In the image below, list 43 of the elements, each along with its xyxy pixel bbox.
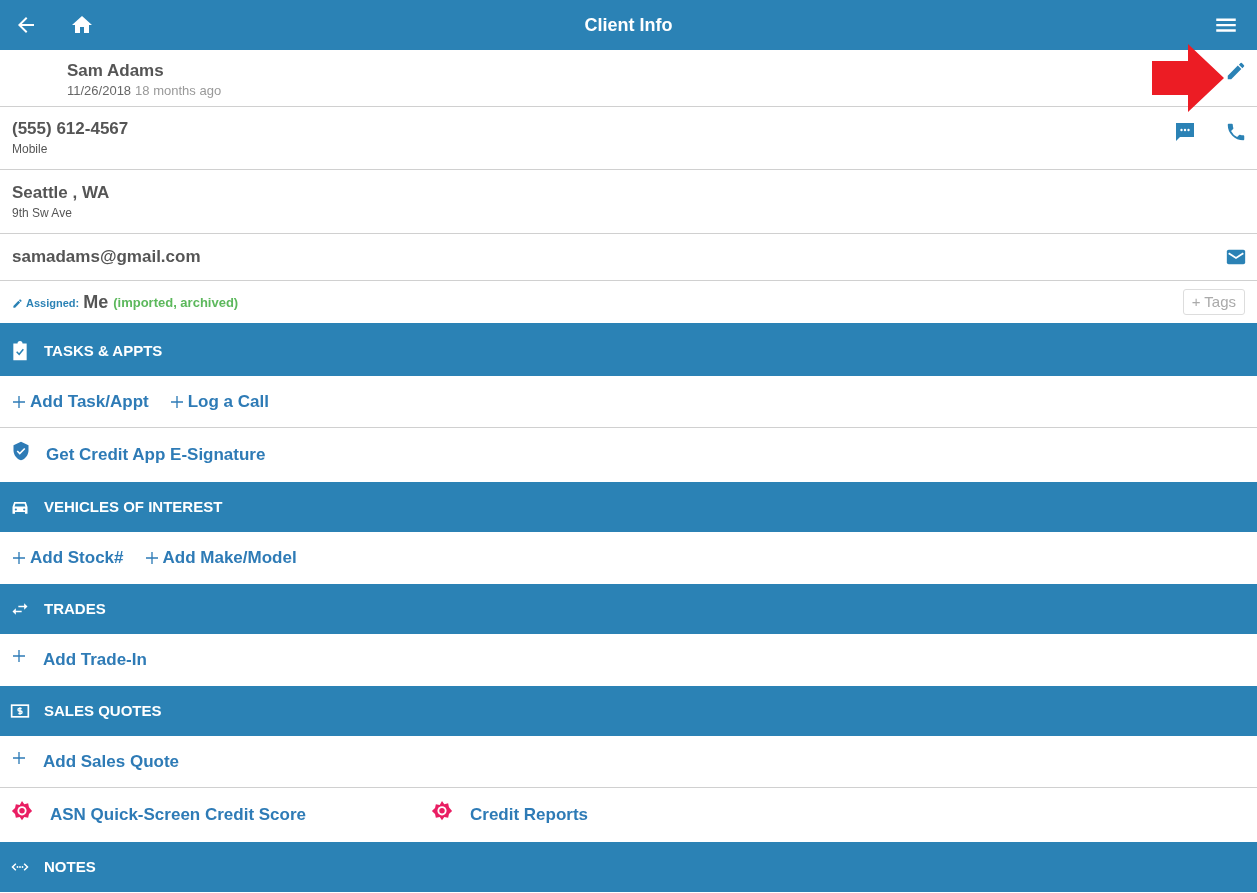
page-title: Client Info xyxy=(584,13,673,37)
phone-type: Mobile xyxy=(12,141,49,158)
section-header[interactable]: TRADES xyxy=(0,584,1257,634)
section-header[interactable]: TASKS & APPTS xyxy=(0,326,1257,376)
add-link[interactable]: Log a Call xyxy=(168,388,269,415)
pointer-arrow-drawing xyxy=(1152,44,1224,112)
add-link[interactable]: Add Trade-In xyxy=(11,647,147,673)
credit-app-link[interactable]: Get Credit App E-Signature xyxy=(11,440,266,470)
client-age: 18 months ago xyxy=(135,82,222,100)
tags-button[interactable]: + Tags xyxy=(1182,289,1245,315)
section-header[interactable]: NOTES xyxy=(0,842,1257,892)
add-link[interactable]: Add Sales Quote xyxy=(11,748,180,775)
pencil-icon xyxy=(12,297,23,309)
plus-icon xyxy=(11,550,27,566)
assigned-label: Assigned: xyxy=(26,296,80,312)
money-icon xyxy=(10,701,30,721)
plus-icon xyxy=(11,393,27,410)
credit-link[interactable]: Credit Reports xyxy=(431,800,589,830)
email-address: samadams@gmail.com xyxy=(12,246,201,268)
add-link[interactable]: Add Stock# xyxy=(11,545,124,571)
plus-icon xyxy=(11,648,27,664)
plus-icon xyxy=(168,393,185,410)
address-street: 9th Sw Ave xyxy=(12,204,73,222)
add-link[interactable]: Add Make/Model xyxy=(143,545,297,571)
plus-icon xyxy=(11,749,27,766)
sun-badge-icon xyxy=(431,800,453,822)
address-city: Seattle , WA xyxy=(12,181,110,204)
assigned-value: Me xyxy=(83,290,109,314)
shield-check-icon xyxy=(11,440,31,462)
clipboard-check-icon xyxy=(10,341,30,361)
sun-badge-icon xyxy=(11,800,33,822)
client-name: Sam Adams xyxy=(67,60,165,82)
credit-link[interactable]: ASN Quick-Screen Credit Score xyxy=(11,800,431,830)
edit-pencil-icon[interactable] xyxy=(1225,60,1247,82)
chat-bubble-icon[interactable] xyxy=(1173,120,1197,144)
client-date: 11/26/2018 xyxy=(67,82,132,100)
phone-icon[interactable] xyxy=(1225,121,1247,143)
phone-number: (555) 612-4567 xyxy=(12,118,129,140)
add-link[interactable]: Add Task/Appt xyxy=(11,388,149,415)
plus-icon xyxy=(143,550,160,566)
assigned-status: (imported, archived) xyxy=(113,294,239,313)
section-header[interactable]: SALES QUOTES xyxy=(0,686,1257,736)
section-header[interactable]: VEHICLES OF INTEREST xyxy=(0,482,1257,532)
